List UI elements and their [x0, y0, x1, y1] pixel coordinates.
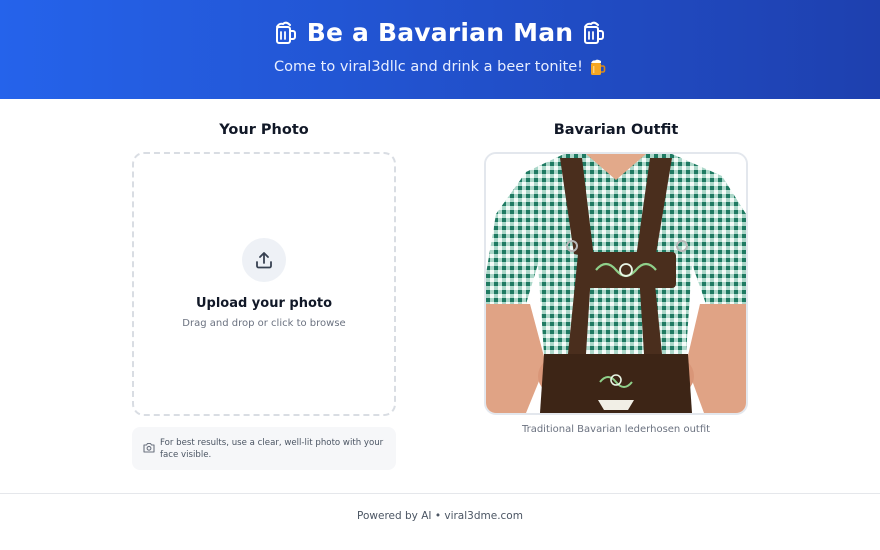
beer-emoji-icon	[589, 58, 606, 76]
app-header: Be a Bavarian Man Come to viral3dllc and…	[0, 0, 880, 99]
beer-mug-icon	[275, 21, 297, 45]
beer-mug-icon	[583, 21, 605, 45]
upload-title: Upload your photo	[195, 296, 333, 311]
page-subtitle-row: Come to viral3dllc and drink a beer toni…	[0, 58, 880, 76]
bavarian-outfit-heading: Bavarian Outfit	[553, 122, 679, 138]
footer-divider	[0, 493, 880, 494]
your-photo-heading: Your Photo	[219, 122, 309, 138]
photo-upload-dropzone[interactable]: Upload your photo Drag and drop or click…	[132, 152, 396, 416]
title-row: Be a Bavarian Man	[0, 18, 880, 47]
outfit-caption: Traditional Bavarian lederhosen outfit	[521, 424, 711, 435]
footer-text: Powered by AI • viral3dme.com	[357, 510, 523, 522]
photo-tip-box: For best results, use a clear, well-lit …	[132, 427, 396, 470]
page-title: Be a Bavarian Man	[306, 18, 574, 47]
upload-icon	[242, 238, 286, 282]
upload-subtitle: Drag and drop or click to browse	[182, 318, 346, 329]
photo-tip-text: For best results, use a clear, well-lit …	[160, 438, 384, 460]
page-subtitle: Come to viral3dllc and drink a beer toni…	[274, 59, 583, 75]
lederhosen-outfit-image	[484, 152, 748, 415]
camera-icon	[143, 438, 155, 453]
